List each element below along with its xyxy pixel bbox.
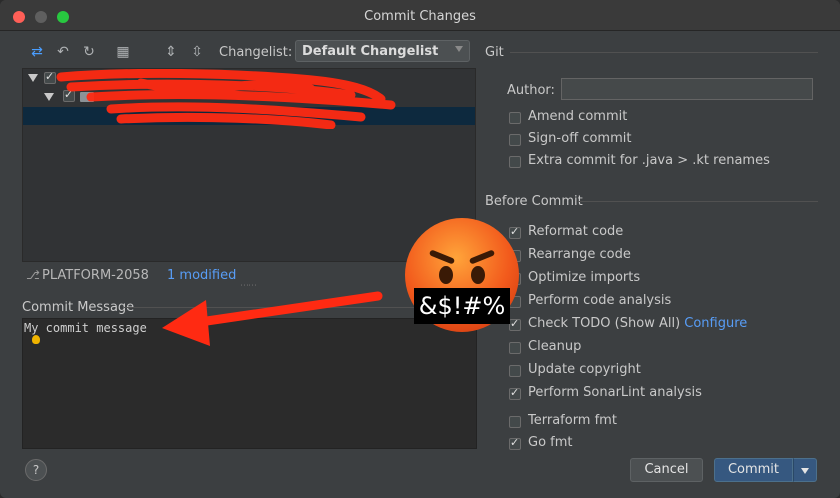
option-label: Optimize imports	[528, 270, 640, 285]
option-text: Terraform fmt	[528, 413, 617, 428]
collapse-all-icon[interactable]: ⇳	[189, 44, 205, 60]
right-eye	[471, 266, 485, 284]
option-label: Terraform fmt	[528, 413, 617, 428]
option-text: Reformat code	[528, 224, 624, 239]
commit-message-editor[interactable]: My commit message	[22, 318, 477, 449]
lightbulb-icon[interactable]	[32, 335, 40, 344]
option-text: Optimize imports	[528, 270, 641, 285]
option-checkbox[interactable]	[509, 386, 521, 400]
option-label: Check TODO (Show All) Configure	[528, 316, 747, 331]
author-label: Author:	[507, 83, 555, 98]
commit-dialog: Commit Changes ⇄ ↶ ↻ ▦ ⇕ ⇳ Changelist: D…	[0, 0, 840, 498]
option-checkbox[interactable]	[509, 156, 521, 168]
expand-all-icon[interactable]: ⇕	[163, 44, 179, 60]
branch-name: PLATFORM-2058	[42, 268, 149, 283]
option-label: Perform code analysis	[528, 293, 671, 308]
git-section-title: Git	[485, 45, 504, 60]
right-brow	[468, 249, 496, 265]
commit-message-text: My commit message	[24, 321, 147, 335]
author-input[interactable]	[561, 78, 813, 100]
before-commit-section-title: Before Commit	[485, 194, 583, 209]
expand-arrow-icon[interactable]	[28, 74, 38, 82]
option-text: Check TODO (Show All)	[528, 316, 681, 331]
option-text: Update copyright	[528, 362, 641, 377]
undo-icon[interactable]: ↶	[55, 44, 71, 60]
changes-tree[interactable]	[22, 68, 476, 262]
option-text: Perform SonarLint analysis	[528, 385, 702, 400]
redaction-scribble	[56, 69, 396, 129]
option-label: Rearrange code	[528, 247, 631, 262]
option-text: Extra commit for .java > .kt renames	[528, 153, 770, 168]
changelist-value: Default Changelist	[302, 44, 439, 59]
git-section-divider	[510, 52, 818, 53]
diff-icon[interactable]: ⇄	[29, 44, 45, 60]
title-bar: Commit Changes	[0, 0, 840, 31]
chevron-down-icon	[455, 46, 463, 52]
option-label: Amend commit	[528, 109, 627, 124]
option-checkbox[interactable]	[509, 342, 521, 354]
option-label: Extra commit for .java > .kt renames	[528, 153, 770, 168]
commit-message-label: Commit Message	[22, 300, 135, 315]
splitter-grip[interactable]: ⋯⋯	[240, 281, 257, 291]
left-brow	[428, 249, 456, 265]
help-button[interactable]: ?	[25, 459, 47, 481]
option-label: Sign-off commit	[528, 131, 631, 146]
option-label: Cleanup	[528, 339, 581, 354]
option-label: Perform SonarLint analysis	[528, 385, 702, 400]
censored-mouth-text: &$!#%	[414, 288, 510, 324]
changelist-select[interactable]: Default Changelist	[295, 40, 470, 62]
option-text: Perform code analysis	[528, 293, 672, 308]
modified-count-link[interactable]: 1 modified	[167, 268, 236, 283]
changelist-label: Changelist:	[219, 45, 293, 60]
before-commit-divider	[578, 201, 818, 202]
option-checkbox[interactable]	[509, 225, 521, 239]
branch-icon: ⎇	[26, 268, 40, 282]
option-checkbox[interactable]	[509, 436, 521, 450]
option-label: Reformat code	[528, 224, 623, 239]
option-text: Amend commit	[528, 109, 628, 124]
option-label: Go fmt	[528, 435, 573, 450]
option-checkbox[interactable]	[509, 416, 521, 428]
refresh-icon[interactable]: ↻	[81, 44, 97, 60]
option-text: Go fmt	[528, 435, 573, 450]
option-checkbox[interactable]	[509, 134, 521, 146]
option-checkbox[interactable]	[509, 317, 521, 331]
option-label: Update copyright	[528, 362, 641, 377]
configure-link[interactable]: Configure	[684, 316, 747, 331]
window-title: Commit Changes	[364, 9, 476, 24]
left-eye	[439, 266, 453, 284]
option-text: Cleanup	[528, 339, 582, 354]
option-text: Sign-off commit	[528, 131, 632, 146]
commit-button[interactable]: Commit	[714, 458, 793, 482]
group-icon[interactable]: ▦	[115, 44, 131, 60]
option-text: Rearrange code	[528, 247, 631, 262]
cancel-button[interactable]: Cancel	[630, 458, 703, 482]
option-checkbox[interactable]	[509, 112, 521, 124]
chevron-down-icon	[801, 468, 809, 474]
option-checkbox[interactable]	[509, 365, 521, 377]
commit-options-dropdown[interactable]	[793, 458, 817, 482]
